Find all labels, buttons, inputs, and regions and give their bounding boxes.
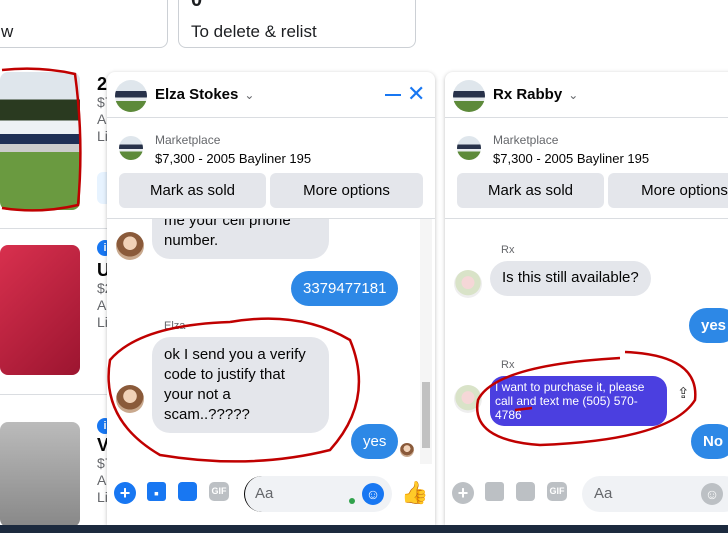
taskbar [0,525,728,533]
annotation-circle-elza [107,317,361,463]
annotation-circles [1,67,697,463]
annotation-underline [514,406,533,412]
annotation-circle-rx [475,350,697,447]
annotation-circle-boat [1,67,82,212]
